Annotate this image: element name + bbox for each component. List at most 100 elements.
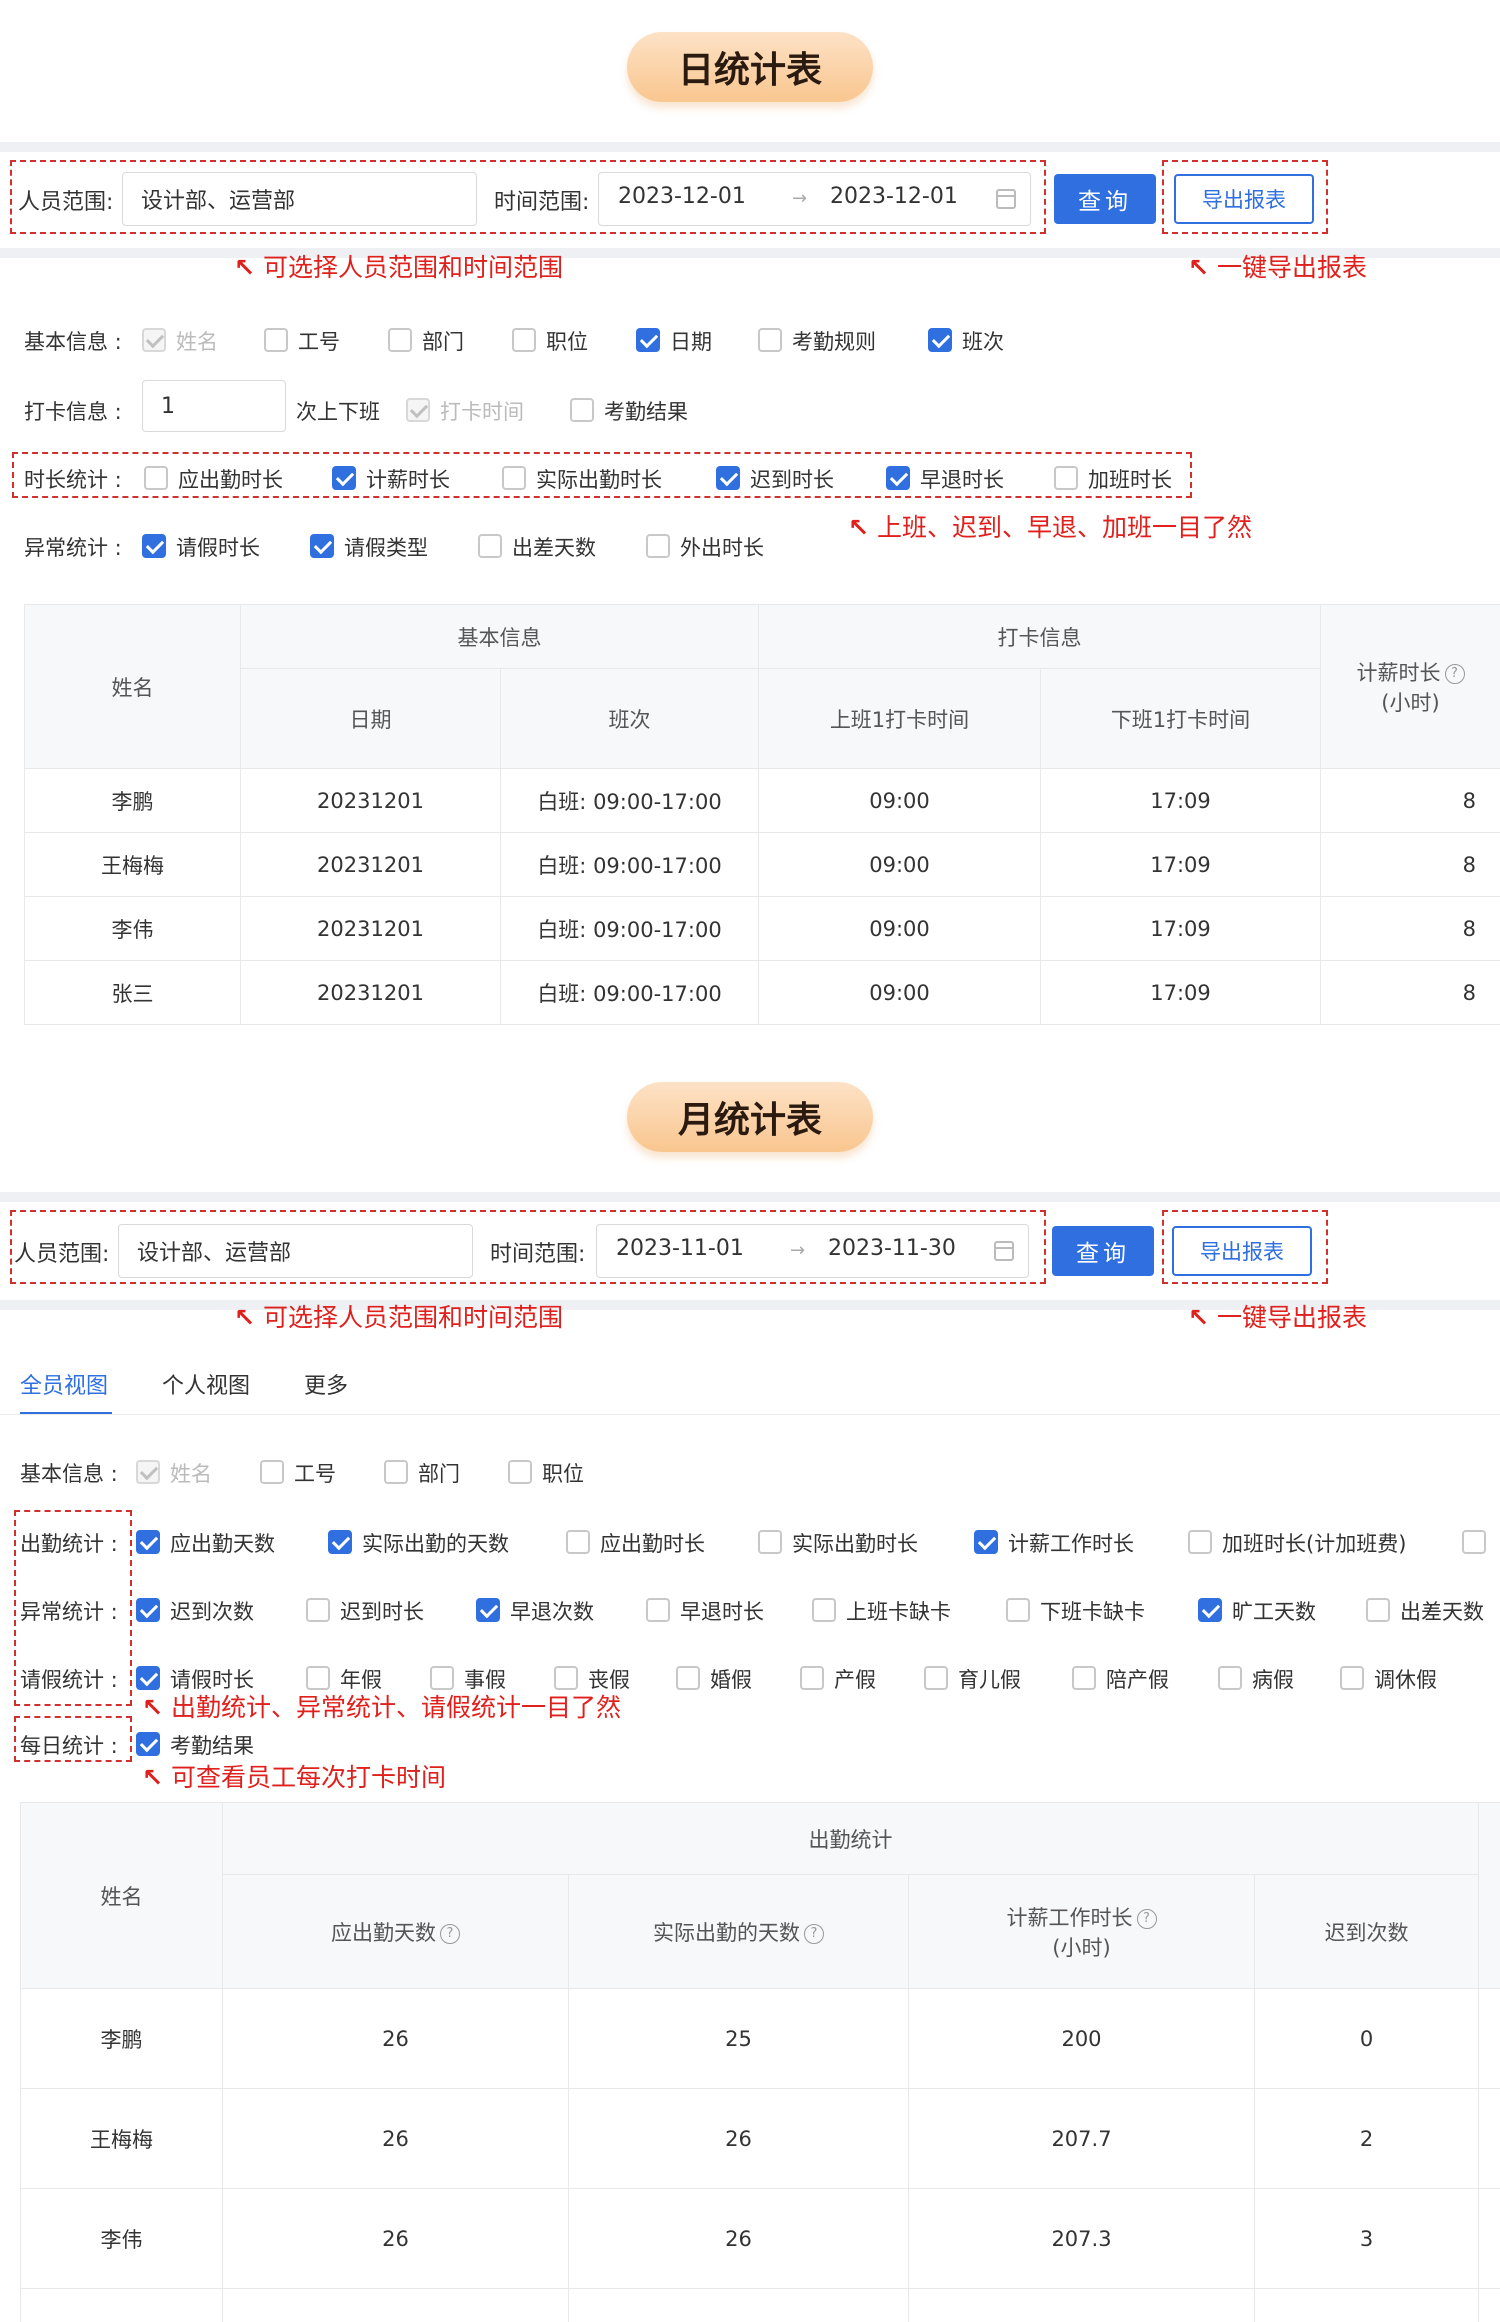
checkbox-label: 调休假	[1374, 1668, 1437, 1692]
checkbox[interactable]	[136, 1530, 160, 1554]
table-row: 李伟 26 26 207.3 3	[20, 2188, 1500, 2289]
checkbox[interactable]	[384, 1460, 408, 1484]
checkbox-label: 迟到次数	[170, 1600, 254, 1624]
checkbox[interactable]	[512, 328, 536, 352]
checkbox[interactable]	[1198, 1598, 1222, 1622]
checkbox-label: 实际出勤时长	[792, 1532, 918, 1556]
checkbox[interactable]	[566, 1530, 590, 1554]
cell-name: 李鹏	[24, 768, 241, 833]
punch-info-label: 打卡信息 :	[24, 400, 122, 424]
checkbox[interactable]	[306, 1598, 330, 1622]
end-date: 2023-11-30	[828, 1236, 956, 1261]
help-icon[interactable]: ?	[1136, 1908, 1157, 1929]
checkbox[interactable]	[554, 1666, 578, 1690]
cell-due: 26	[222, 2188, 569, 2289]
cell-due: 26	[222, 1988, 569, 2089]
person-range-input[interactable]: 设计部、运营部	[118, 1224, 473, 1278]
search-button[interactable]: 查询	[1052, 1226, 1154, 1276]
checkbox[interactable]	[476, 1598, 500, 1622]
person-range-label: 人员范围:	[18, 190, 114, 215]
calendar-icon[interactable]	[994, 1241, 1014, 1261]
checkbox[interactable]	[136, 1732, 160, 1756]
checkbox[interactable]	[886, 466, 910, 490]
checkbox-label: 日期	[670, 330, 712, 354]
cell-actual: 25	[568, 1988, 909, 2089]
group-attendance: 出勤统计	[222, 1802, 1479, 1875]
cell-paid: 207.7	[908, 2088, 1255, 2189]
cell-shift: 白班: 09:00-17:00	[500, 832, 759, 897]
checkbox[interactable]	[570, 398, 594, 422]
checkbox[interactable]	[328, 1530, 352, 1554]
tab-personal[interactable]: 个人视图	[162, 1368, 250, 1400]
checkbox[interactable]	[1340, 1666, 1364, 1690]
checkbox[interactable]	[430, 1666, 454, 1690]
search-button[interactable]: 查询	[1054, 174, 1156, 224]
help-icon[interactable]: ?	[440, 1923, 460, 1944]
tab-more[interactable]: 更多	[304, 1368, 348, 1400]
export-report-button[interactable]: 导出报表	[1172, 1226, 1312, 1276]
checkbox[interactable]	[1006, 1598, 1030, 1622]
annotation-export: ↖ 一键导出报表	[1188, 253, 1367, 282]
checkbox-label: 迟到时长	[340, 1600, 424, 1624]
help-icon[interactable]: ?	[1444, 663, 1465, 684]
checkbox[interactable]	[758, 1530, 782, 1554]
help-icon[interactable]: ?	[804, 1923, 824, 1944]
checkbox[interactable]	[800, 1666, 824, 1690]
abnormal-stats-label: 异常统计 :	[24, 536, 122, 560]
checkbox[interactable]	[1218, 1666, 1242, 1690]
tab-all-staff[interactable]: 全员视图	[20, 1368, 108, 1400]
checkbox-label: 加班时长(计加班费)	[1222, 1532, 1407, 1556]
col-shift: 班次	[500, 668, 759, 769]
calendar-icon[interactable]	[996, 189, 1016, 209]
checkbox[interactable]	[1072, 1666, 1096, 1690]
checkbox[interactable]	[1188, 1530, 1212, 1554]
table-row: 张三 20231201 白班: 09:00-17:00 09:00 17:09 8	[24, 960, 1500, 1025]
checkbox[interactable]	[388, 328, 412, 352]
checkbox-label: 姓名	[176, 330, 218, 354]
checkbox-label: 部门	[418, 1462, 460, 1486]
checkbox[interactable]	[646, 1598, 670, 1622]
checkbox[interactable]	[136, 1598, 160, 1622]
checkbox[interactable]	[1462, 1530, 1486, 1554]
divider	[0, 1192, 1500, 1202]
cell-actual: 26	[568, 2188, 909, 2289]
cell-in: 09:00	[758, 896, 1041, 961]
checkbox[interactable]	[332, 466, 356, 490]
annotation-range: ↖ 可选择人员范围和时间范围	[234, 253, 563, 282]
checkbox[interactable]	[924, 1666, 948, 1690]
checkbox[interactable]	[144, 466, 168, 490]
checkbox[interactable]	[260, 1460, 284, 1484]
cell-actual: 26	[568, 2088, 909, 2189]
checkbox[interactable]	[646, 534, 670, 558]
checkbox-label: 部门	[422, 330, 464, 354]
checkbox[interactable]	[310, 534, 334, 558]
punch-count-input[interactable]: 1	[142, 380, 286, 432]
checkbox[interactable]	[676, 1666, 700, 1690]
checkbox-label: 出差天数	[512, 536, 596, 560]
checkbox[interactable]	[142, 534, 166, 558]
cell-name: 张三	[24, 960, 241, 1025]
end-date: 2023-12-01	[830, 184, 958, 209]
checkbox[interactable]	[974, 1530, 998, 1554]
checkbox[interactable]	[716, 466, 740, 490]
annotation-daily: ↖ 可查看员工每次打卡时间	[142, 1763, 446, 1792]
col-clock-out: 下班1打卡时间	[1040, 668, 1321, 769]
checkbox[interactable]	[136, 1666, 160, 1690]
person-range-input[interactable]: 设计部、运营部	[122, 172, 477, 226]
checkbox[interactable]	[928, 328, 952, 352]
checkbox[interactable]	[758, 328, 782, 352]
checkbox[interactable]	[636, 328, 660, 352]
checkbox[interactable]	[1054, 466, 1078, 490]
checkbox[interactable]	[812, 1598, 836, 1622]
start-date: 2023-11-01	[616, 1236, 744, 1261]
checkbox[interactable]	[478, 534, 502, 558]
checkbox[interactable]	[306, 1666, 330, 1690]
export-report-button[interactable]: 导出报表	[1174, 174, 1314, 224]
checkbox-label: 工号	[294, 1462, 336, 1486]
checkbox[interactable]	[264, 328, 288, 352]
checkbox[interactable]	[1366, 1598, 1390, 1622]
checkbox[interactable]	[508, 1460, 532, 1484]
checkbox-label: 姓名	[170, 1462, 212, 1486]
punch-count-suffix: 次上下班	[296, 400, 380, 424]
checkbox[interactable]	[502, 466, 526, 490]
